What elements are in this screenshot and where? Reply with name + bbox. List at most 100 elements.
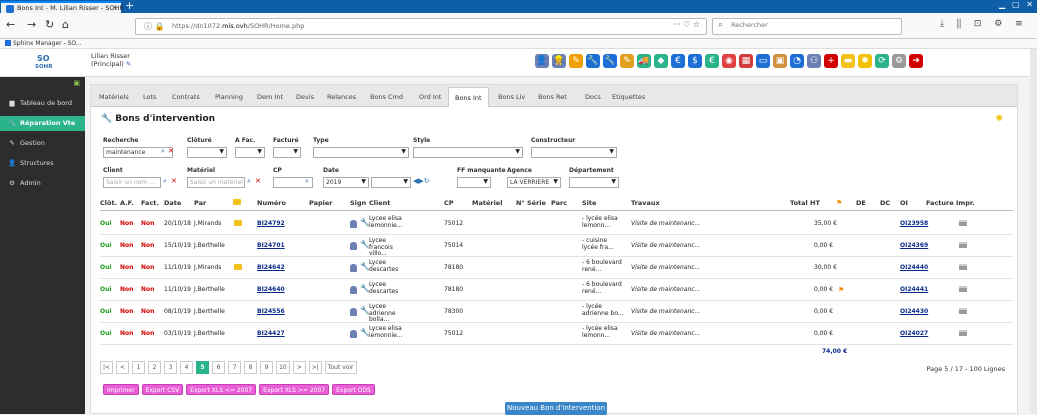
person-icon[interactable] — [350, 308, 357, 318]
type-select[interactable]: ▼ — [313, 147, 409, 158]
col-header[interactable]: Impr. — [956, 199, 975, 207]
departement-select[interactable]: ▼ — [569, 177, 619, 188]
sidebar-item-gestion[interactable]: ✎ Gestion — [0, 136, 85, 151]
pager-item[interactable]: 9 — [260, 361, 274, 374]
tools-icon[interactable]: 🔧 — [586, 54, 600, 68]
col-header[interactable]: Facture — [926, 199, 954, 207]
pager-item[interactable]: Tout voir — [324, 361, 357, 374]
col-header[interactable]: OI — [900, 199, 908, 207]
table-row[interactable]: Oui Non Non 08/10/19 J.Berthelle BI24556 🔧 Lyce… — [100, 301, 1013, 323]
tab-docs[interactable]: Docs — [585, 93, 601, 101]
cell-oi[interactable]: OI24440 — [900, 264, 928, 271]
cp-search-icon[interactable]: ⌕ — [305, 177, 309, 186]
sidebar-item-reparation[interactable]: 🔧 Réparation Vte — [0, 116, 85, 131]
euro-green-icon[interactable]: € — [705, 54, 719, 68]
tab-bons-int[interactable]: Bons Int — [448, 87, 489, 107]
org-icon[interactable]: ⚇ — [807, 54, 821, 68]
col-header[interactable]: Sign — [350, 199, 366, 207]
person-icon[interactable] — [350, 220, 357, 230]
date-period-select[interactable]: ▼ — [371, 177, 411, 188]
afac-select[interactable]: ▼ — [235, 147, 265, 158]
col-header[interactable] — [233, 199, 241, 207]
clear-search-icon[interactable]: ✕ — [168, 147, 174, 155]
wrench-icon[interactable]: 🔧 — [603, 54, 617, 68]
tab-bons-ret[interactable]: Bons Ret — [538, 93, 567, 101]
col-header[interactable]: Date — [164, 199, 181, 207]
person-icon[interactable] — [350, 286, 357, 296]
sidebar-item-dashboard[interactable]: ▆ Tableau de bord — [0, 96, 85, 111]
gear-icon[interactable]: ⚙ — [892, 54, 906, 68]
person-icon[interactable]: 👤 — [535, 54, 549, 68]
pager-item[interactable]: 1 — [132, 361, 146, 374]
cell-oi[interactable]: OI24369 — [900, 242, 928, 249]
client-input[interactable]: Saisir un nom ... — [103, 177, 161, 188]
screen-icon[interactable]: ▭ — [756, 54, 770, 68]
cell-numero[interactable]: BI24556 — [257, 308, 285, 315]
forward-icon[interactable]: → — [27, 19, 36, 31]
printer-icon[interactable] — [959, 242, 967, 250]
pager-item[interactable]: 6 — [212, 361, 226, 374]
col-header[interactable]: Client — [369, 199, 390, 207]
cube-icon[interactable]: ◆ — [654, 54, 668, 68]
user-edit-icon[interactable]: ✎ — [126, 60, 131, 68]
folder-icon[interactable] — [234, 264, 242, 272]
pager-item[interactable]: 2 — [148, 361, 162, 374]
euro-icon[interactable]: € — [671, 54, 685, 68]
cloture-select[interactable]: ▼ — [187, 147, 227, 158]
col-header[interactable]: N° Série — [516, 199, 546, 207]
client-clear-icon[interactable]: ✕ — [171, 177, 177, 185]
col-header[interactable]: Parc — [551, 199, 567, 207]
truck-icon[interactable]: 🚚 — [637, 54, 651, 68]
pager-item[interactable]: |< — [100, 361, 114, 374]
table-row[interactable]: Oui Non Non 11/10/19 J.Berthelle BI24640 🔧 Lyce… — [100, 279, 1013, 301]
printer-icon[interactable] — [959, 220, 967, 228]
logout-icon[interactable]: ➜ — [909, 54, 923, 68]
table-row[interactable]: Oui Non Non 20/10/18 J.Mirands BI24792 🔧 Lycee … — [100, 213, 1013, 235]
constructeur-select[interactable]: ▼ — [531, 147, 617, 158]
materiel-clear-icon[interactable]: ✕ — [255, 177, 261, 185]
cell-oi[interactable]: OI24430 — [900, 308, 928, 315]
cell-oi[interactable]: OI24441 — [900, 286, 928, 293]
pager-item[interactable]: 4 — [180, 361, 194, 374]
pager-item[interactable]: 10 — [276, 361, 290, 374]
tab-devis[interactable]: Devis — [296, 93, 314, 101]
tab-planning[interactable]: Planning — [215, 93, 243, 101]
worker-icon[interactable]: 👷 — [552, 54, 566, 68]
tab-ord-int[interactable]: Ord Int — [419, 93, 441, 101]
pager-item[interactable]: 5 — [196, 361, 210, 374]
person-icon[interactable] — [350, 330, 357, 340]
new-tab-button[interactable]: + — [125, 0, 134, 12]
col-header[interactable]: DC — [880, 199, 890, 207]
facture-select[interactable]: ▼ — [273, 147, 301, 158]
cell-numero[interactable]: BI24427 — [257, 330, 285, 337]
bookmark-star-icon[interactable]: ··· ♡ ☆ — [673, 20, 700, 29]
ff-manquante-select[interactable]: ▼ — [457, 177, 491, 188]
person-icon[interactable] — [350, 242, 357, 252]
table-row[interactable]: Oui Non Non 03/10/19 J.Berthelle BI24427 🔧 Lyce… — [100, 323, 1013, 345]
pager-item[interactable]: 8 — [244, 361, 258, 374]
printer-icon[interactable] — [959, 308, 967, 316]
money-icon[interactable]: $ — [688, 54, 702, 68]
date-nav-icons[interactable]: ◀▶↻ — [413, 177, 430, 185]
pager-item[interactable]: < — [116, 361, 130, 374]
reload-icon[interactable]: ↻ — [45, 19, 54, 31]
col-header[interactable]: Site — [582, 199, 596, 207]
pager-item[interactable]: 7 — [228, 361, 242, 374]
cell-numero[interactable]: BI24642 — [257, 264, 285, 271]
browser-tab[interactable]: Bons Int - M. Lilian Risser - SOHR × — [1, 1, 124, 13]
sohr-logo[interactable]: SO SOHR — [35, 54, 60, 74]
pencil-icon[interactable]: ✎ — [569, 54, 583, 68]
materiel-search-icon[interactable]: ⌕ — [247, 177, 251, 186]
table-row[interactable]: Oui Non Non 11/10/19 J.Mirands BI24642 🔧 Lycee … — [100, 257, 1013, 279]
pager-item[interactable]: >| — [308, 361, 322, 374]
page-scrollbar[interactable] — [1030, 49, 1037, 414]
home-icon[interactable]: ⌂ — [62, 19, 69, 31]
col-header[interactable]: Par — [194, 199, 206, 207]
export-button[interactable]: Export ODS — [332, 384, 375, 395]
refresh-icon[interactable]: ⟳ — [875, 54, 889, 68]
window-controls[interactable]: ▁ ▢ ✕ — [999, 0, 1035, 9]
tab-mat-riels[interactable]: Matériels — [99, 93, 129, 101]
col-header[interactable]: Fact. — [141, 199, 159, 207]
box-icon[interactable]: ▣ — [773, 54, 787, 68]
folder-icon[interactable] — [234, 220, 242, 228]
